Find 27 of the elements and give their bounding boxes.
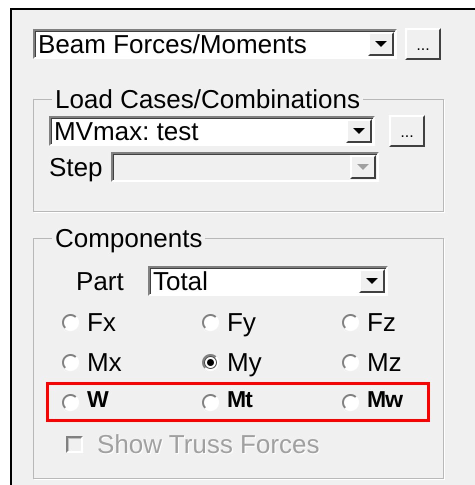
load-case-dropdown[interactable]: MVmax: test [49, 116, 375, 146]
radio-label: My [227, 349, 262, 375]
radio-label: Fz [367, 309, 396, 335]
more-button[interactable]: ... [389, 115, 425, 147]
radio-button[interactable] [62, 394, 79, 410]
radio-button[interactable] [342, 394, 359, 410]
group-title: Components [54, 226, 204, 250]
radio-label: Fy [227, 309, 256, 335]
radio-label: Mx [87, 349, 122, 375]
part-label: Part [76, 268, 125, 294]
radio-label: Fx [87, 309, 116, 335]
radio-button[interactable] [202, 314, 219, 330]
radio-label: Mw [367, 388, 402, 410]
radio-label: W [87, 388, 108, 410]
radio-button[interactable] [342, 314, 359, 330]
radio-button[interactable] [62, 314, 79, 330]
radio-button[interactable] [62, 354, 79, 370]
radio-label: Mt [227, 388, 252, 410]
radio-label: Mz [367, 349, 402, 375]
part-dropdown[interactable]: Total [148, 266, 388, 296]
group-title: Load Cases/Combinations [54, 87, 361, 111]
result-type-dropdown[interactable]: Beam Forces/Moments [33, 29, 397, 59]
radio-button[interactable] [202, 354, 219, 370]
more-button[interactable]: ... [405, 28, 441, 60]
step-label: Step [49, 154, 104, 180]
radio-button[interactable] [342, 354, 359, 370]
radio-button[interactable] [202, 394, 219, 410]
